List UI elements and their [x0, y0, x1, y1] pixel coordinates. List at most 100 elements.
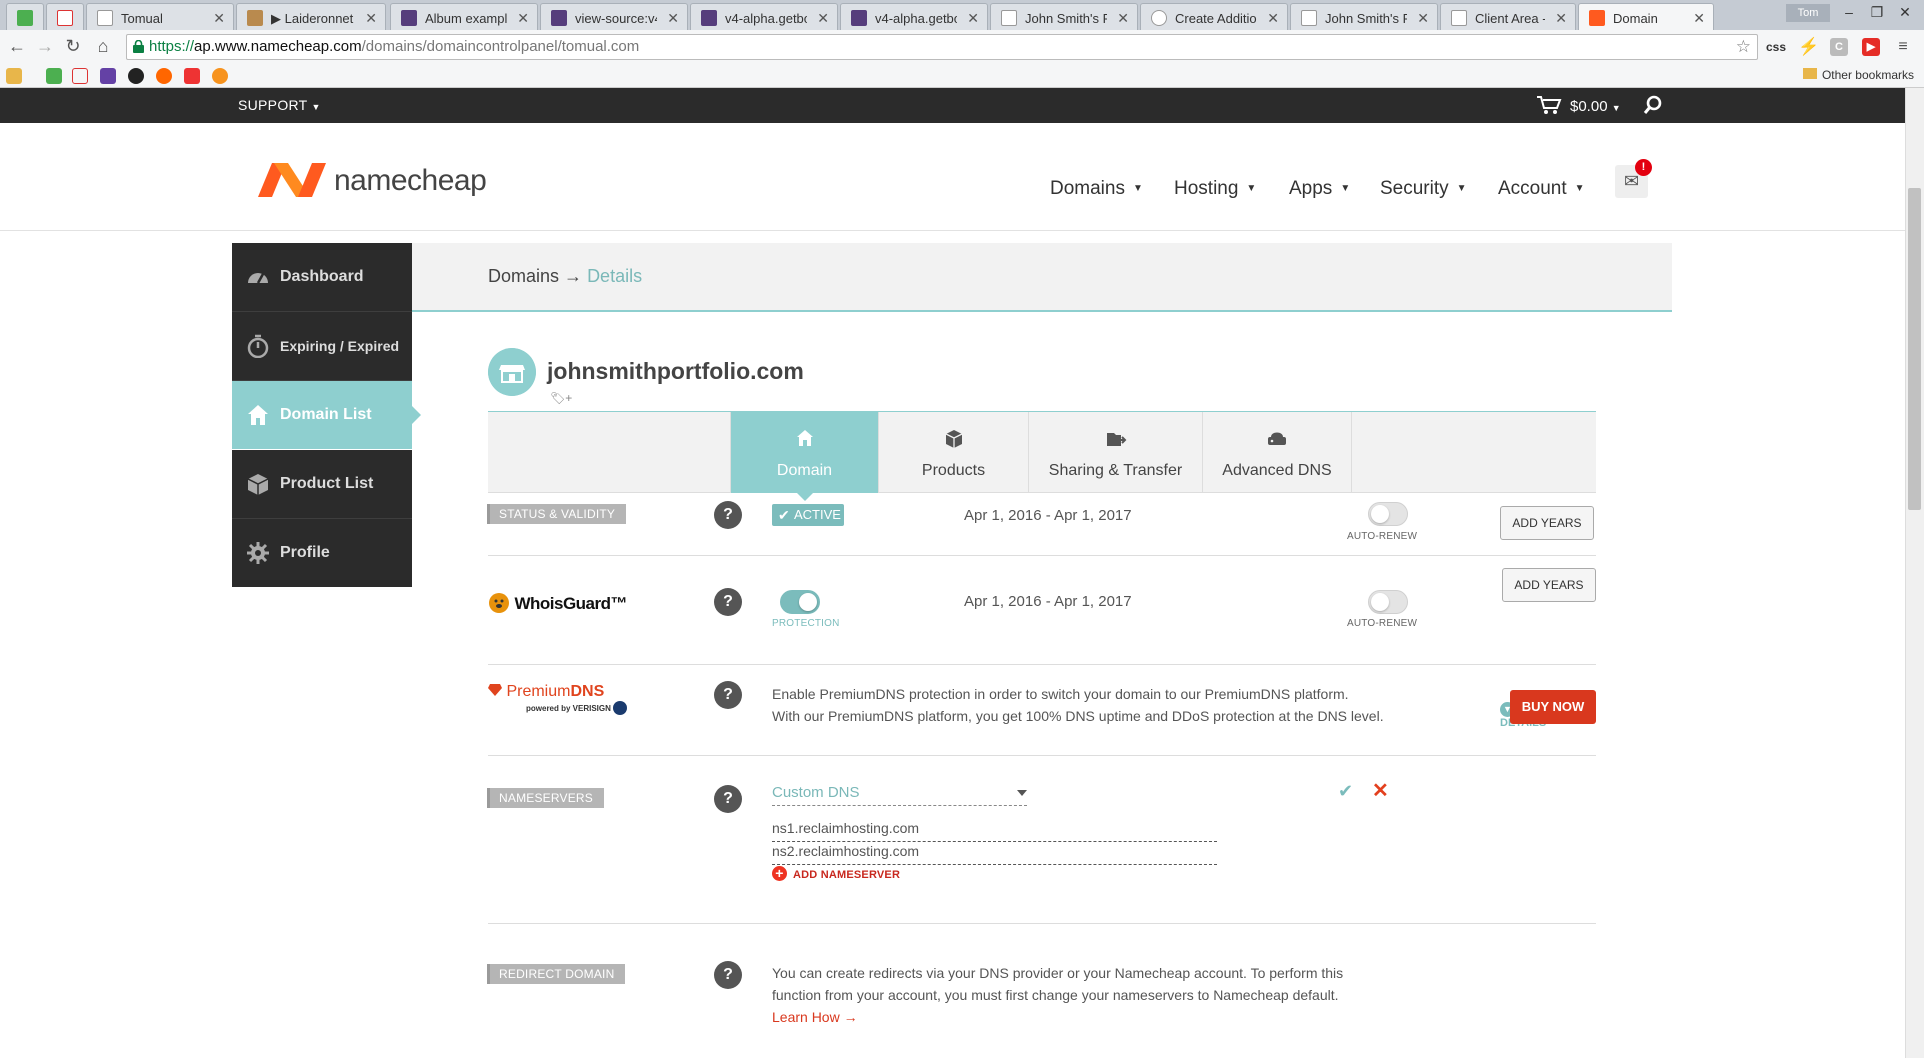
- help-icon[interactable]: ?: [714, 681, 742, 709]
- browser-tab[interactable]: [46, 3, 84, 30]
- tab-advanced-dns[interactable]: Advanced DNS: [1202, 412, 1352, 493]
- breadcrumb: Domains → Details: [488, 266, 642, 287]
- sidebar-item-dashboard[interactable]: Dashboard: [232, 243, 412, 311]
- close-tab-icon[interactable]: ✕: [1267, 10, 1279, 27]
- profile-badge[interactable]: Tom: [1786, 4, 1830, 22]
- back-icon[interactable]: ←: [6, 36, 28, 57]
- nameserver-input-1[interactable]: ns1.reclaimhosting.com: [772, 820, 1217, 842]
- learn-how-link[interactable]: Learn How →: [772, 1006, 1343, 1028]
- browser-tab[interactable]: John Smith's Port ✕: [990, 3, 1138, 30]
- sidebar-item-product-list[interactable]: Product List: [232, 450, 412, 518]
- auto-renew-toggle[interactable]: [1368, 502, 1408, 526]
- auto-renew-caption: AUTO-RENEW: [1347, 531, 1418, 542]
- tab-sharing-transfer[interactable]: Sharing & Transfer: [1028, 412, 1202, 493]
- premiumdns-line: Enable PremiumDNS protection in order to…: [772, 686, 1349, 702]
- page-content: SUPPORT ▼ $0.00 ▼ namecheap Domains ▼ Hos…: [0, 88, 1905, 1058]
- browser-tab[interactable]: ▶ Laideronnet ✕: [236, 3, 386, 30]
- gmail-icon[interactable]: [72, 68, 88, 84]
- nav-hosting[interactable]: Hosting ▼: [1174, 178, 1256, 200]
- add-nameserver-link[interactable]: + ADD NAMESERVER: [772, 866, 900, 881]
- reload-icon[interactable]: ↻: [62, 36, 84, 57]
- home-icon: [796, 430, 813, 446]
- lightning-extension-icon[interactable]: ⚡: [1798, 38, 1819, 56]
- sidebar-item-expiring[interactable]: Expiring / Expired: [232, 312, 412, 380]
- close-window-icon[interactable]: ✕: [1894, 4, 1916, 21]
- browser-tab-active[interactable]: Domain ✕: [1578, 3, 1714, 31]
- sidebar-item-profile[interactable]: Profile: [232, 519, 412, 587]
- close-tab-icon[interactable]: ✕: [667, 10, 679, 27]
- folder-icon[interactable]: [6, 68, 22, 84]
- nav-account[interactable]: Account ▼: [1498, 178, 1585, 200]
- breadcrumb-arrow: →: [564, 266, 583, 286]
- c-extension-icon[interactable]: C: [1830, 38, 1848, 56]
- d-icon[interactable]: [184, 68, 200, 84]
- namecheap-logo-icon[interactable]: [256, 159, 328, 199]
- buy-now-button[interactable]: BUY NOW: [1510, 690, 1596, 724]
- other-bookmarks[interactable]: Other bookmarks: [1802, 68, 1914, 82]
- support-menu[interactable]: SUPPORT ▼: [238, 97, 321, 113]
- nav-security[interactable]: Security ▼: [1380, 178, 1467, 200]
- browser-tab[interactable]: Tomual ✕: [86, 3, 234, 30]
- breadcrumb-bar: Domains → Details: [412, 243, 1672, 312]
- close-tab-icon[interactable]: ✕: [1117, 10, 1129, 27]
- bookmark-star-icon[interactable]: ☆: [1736, 35, 1751, 59]
- confirm-check-icon[interactable]: ✔: [1338, 781, 1353, 802]
- add-tag-icon[interactable]: 🏷+: [550, 391, 572, 405]
- browser-tab[interactable]: view-source:v4-a ✕: [540, 3, 688, 30]
- browser-tab[interactable]: v4-alpha.getboot ✕: [690, 3, 838, 30]
- close-tab-icon[interactable]: ✕: [817, 10, 829, 27]
- add-years-button[interactable]: ADD YEARS: [1502, 568, 1596, 602]
- cart-button[interactable]: $0.00 ▼: [1536, 95, 1621, 115]
- close-tab-icon[interactable]: ✕: [1693, 10, 1705, 27]
- whoisguard-dog-icon: [489, 593, 509, 613]
- premiumdns-powered: powered by VERISIGN: [526, 701, 628, 715]
- menu-icon[interactable]: ≡: [1894, 38, 1912, 56]
- validity-dates: Apr 1, 2016 - Apr 1, 2017: [964, 507, 1132, 524]
- help-icon[interactable]: ?: [714, 588, 742, 616]
- close-tab-icon[interactable]: ✕: [1417, 10, 1429, 27]
- nav-apps[interactable]: Apps ▼: [1289, 178, 1350, 200]
- close-tab-icon[interactable]: ✕: [213, 10, 225, 27]
- close-tab-icon[interactable]: ✕: [517, 10, 529, 27]
- browser-tab[interactable]: Create Additional ✕: [1140, 3, 1288, 30]
- forward-icon[interactable]: →: [34, 36, 56, 57]
- browser-tab[interactable]: John Smith's Port ✕: [1290, 3, 1438, 30]
- browser-tab[interactable]: [6, 3, 44, 30]
- music-icon[interactable]: [156, 68, 172, 84]
- add-years-button[interactable]: ADD YEARS: [1500, 506, 1594, 540]
- page-scrollbar[interactable]: [1905, 88, 1924, 1058]
- orange-icon[interactable]: [212, 68, 228, 84]
- sidebar-item-domain-list[interactable]: Domain List: [232, 381, 421, 449]
- protection-toggle[interactable]: [780, 590, 820, 614]
- minimize-icon[interactable]: –: [1838, 4, 1860, 20]
- search-icon[interactable]: [1643, 95, 1663, 115]
- browser-tab[interactable]: Client Area - Rec ✕: [1440, 3, 1576, 30]
- browser-tab[interactable]: Album example f ✕: [390, 3, 538, 30]
- nameserver-input-2[interactable]: ns2.reclaimhosting.com: [772, 843, 1217, 865]
- green-app-icon[interactable]: [46, 68, 62, 84]
- close-tab-icon[interactable]: ✕: [967, 10, 979, 27]
- help-icon[interactable]: ?: [714, 785, 742, 813]
- youtube-extension-icon[interactable]: ▶: [1862, 38, 1880, 56]
- home-icon[interactable]: ⌂: [92, 36, 114, 57]
- url-bar[interactable]: https://ap.www.namecheap.com/domains/dom…: [126, 34, 1758, 60]
- github-icon[interactable]: [128, 68, 144, 84]
- auto-renew-toggle[interactable]: [1368, 590, 1408, 614]
- breadcrumb-root[interactable]: Domains: [488, 266, 559, 286]
- help-icon[interactable]: ?: [714, 501, 742, 529]
- help-icon[interactable]: ?: [714, 961, 742, 989]
- logo-text[interactable]: namecheap: [334, 164, 487, 198]
- tab-title: Album example f: [425, 11, 507, 26]
- scrollbar-thumb[interactable]: [1908, 188, 1921, 510]
- maximize-icon[interactable]: ❐: [1866, 4, 1888, 21]
- cancel-x-icon[interactable]: ✕: [1372, 778, 1389, 803]
- close-tab-icon[interactable]: ✕: [1555, 10, 1567, 27]
- twitch-icon[interactable]: [100, 68, 116, 84]
- dns-type-select[interactable]: Custom DNS: [772, 784, 1027, 806]
- css-extension-icon[interactable]: css: [1766, 38, 1786, 56]
- close-tab-icon[interactable]: ✕: [365, 10, 377, 27]
- tab-products[interactable]: Products: [878, 412, 1028, 493]
- browser-tab[interactable]: v4-alpha.getboot ✕: [840, 3, 988, 30]
- tab-domain[interactable]: Domain: [730, 412, 878, 501]
- nav-domains[interactable]: Domains ▼: [1050, 178, 1143, 200]
